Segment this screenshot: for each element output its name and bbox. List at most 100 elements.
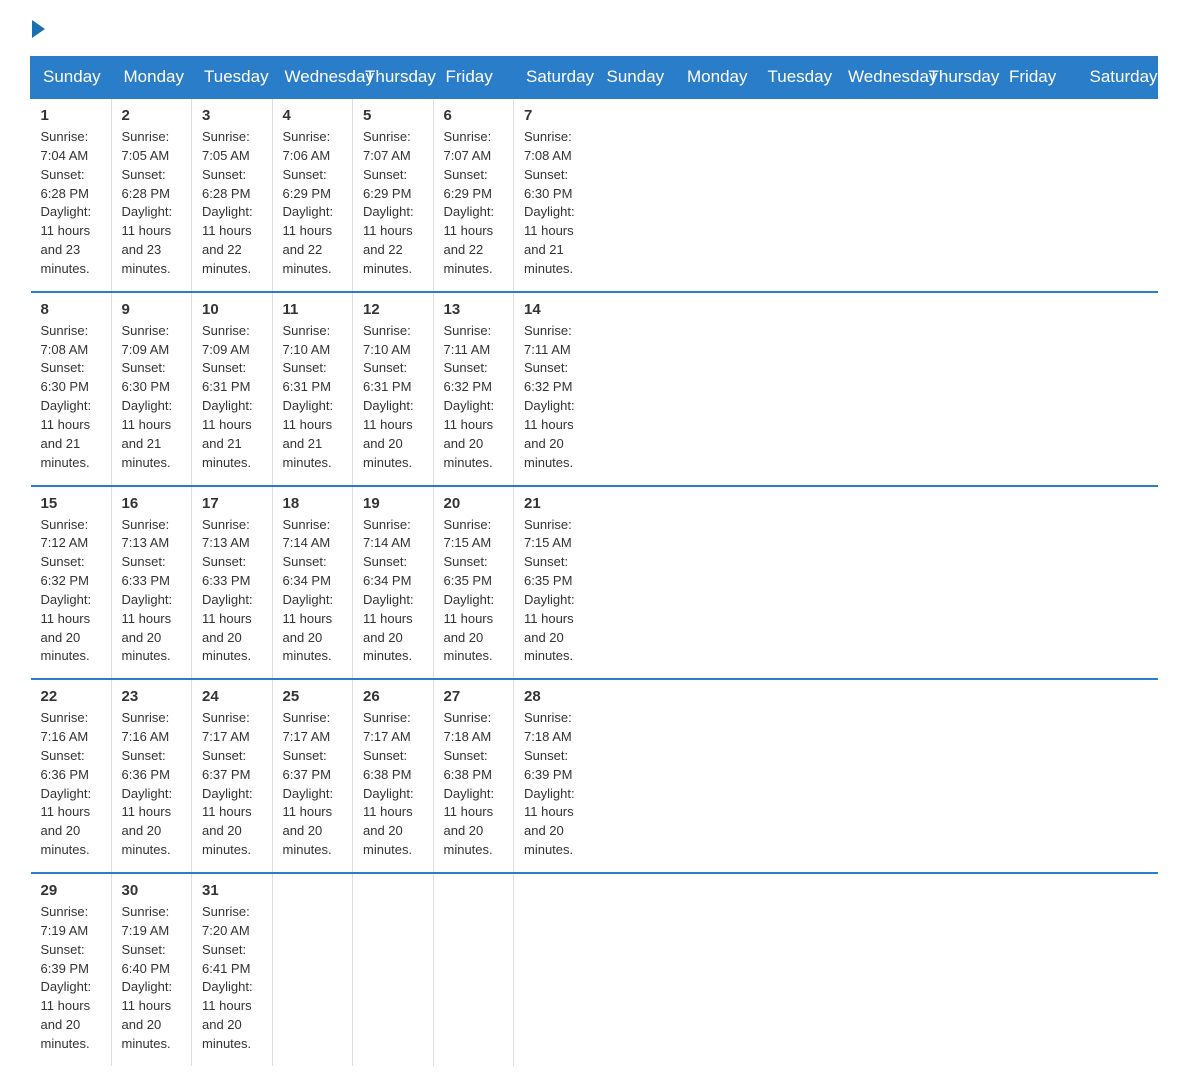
day-number: 21: [524, 495, 584, 512]
calendar-cell: 26 Sunrise: 7:17 AMSunset: 6:38 PMDayligh…: [353, 679, 434, 873]
calendar-cell: 15 Sunrise: 7:12 AMSunset: 6:32 PMDayligh…: [31, 486, 112, 680]
cell-info: Sunrise: 7:19 AMSunset: 6:39 PMDaylight:…: [41, 903, 101, 1054]
cell-info: Sunrise: 7:09 AMSunset: 6:31 PMDaylight:…: [202, 322, 262, 473]
calendar-cell: 30Sunrise: 7:19 AMSunset: 6:40 PMDayligh…: [111, 873, 192, 1066]
calendar-cell: [433, 873, 514, 1066]
calendar-cell: 6Sunrise: 7:07 AMSunset: 6:29 PMDaylight…: [433, 98, 514, 292]
cell-info: Sunrise: 7:05 AMSunset: 6:28 PMDaylight:…: [122, 128, 182, 279]
day-number: 9: [122, 301, 182, 318]
day-number: 14: [524, 301, 584, 318]
calendar-cell: 1Sunrise: 7:04 AMSunset: 6:28 PMDaylight…: [31, 98, 112, 292]
cell-info: Sunrise: 7:13 AMSunset: 6:33 PMDaylight:…: [122, 516, 182, 667]
header-day-saturday: Saturday: [1077, 57, 1158, 99]
cell-info: Sunrise: 7:10 AMSunset: 6:31 PMDaylight:…: [363, 322, 423, 473]
header-day-wednesday: Wednesday: [836, 57, 917, 99]
day-number: 1: [41, 107, 101, 124]
day-number: 22: [41, 688, 101, 705]
calendar-cell: 28 Sunrise: 7:18 AMSunset: 6:39 PMDayligh…: [514, 679, 595, 873]
day-number: 17: [202, 495, 262, 512]
calendar-cell: 5 Sunrise: 7:07 AMSunset: 6:29 PMDaylight…: [353, 98, 434, 292]
day-number: 11: [283, 301, 343, 318]
header-day-sunday: Sunday: [594, 57, 675, 99]
cell-info: Sunrise: 7:17 AMSunset: 6:37 PMDaylight:…: [202, 709, 262, 860]
calendar-cell: 25 Sunrise: 7:17 AMSunset: 6:37 PMDayligh…: [272, 679, 353, 873]
header-day-friday: Friday: [997, 57, 1078, 99]
day-number: 5: [363, 107, 423, 124]
calendar-cell: 22 Sunrise: 7:16 AMSunset: 6:36 PMDayligh…: [31, 679, 112, 873]
day-number: 3: [202, 107, 262, 124]
calendar-cell: [272, 873, 353, 1066]
header-day-friday: Friday: [433, 57, 514, 99]
cell-info: Sunrise: 7:11 AMSunset: 6:32 PMDaylight:…: [444, 322, 504, 473]
day-number: 6: [444, 107, 504, 124]
logo: [30, 20, 45, 36]
day-number: 29: [41, 882, 101, 899]
cell-info: Sunrise: 7:20 AMSunset: 6:41 PMDaylight:…: [202, 903, 262, 1054]
header-day-tuesday: Tuesday: [755, 57, 836, 99]
cell-info: Sunrise: 7:18 AMSunset: 6:38 PMDaylight:…: [444, 709, 504, 860]
cell-info: Sunrise: 7:16 AMSunset: 6:36 PMDaylight:…: [41, 709, 101, 860]
cell-info: Sunrise: 7:05 AMSunset: 6:28 PMDaylight:…: [202, 128, 262, 279]
cell-info: Sunrise: 7:14 AMSunset: 6:34 PMDaylight:…: [363, 516, 423, 667]
day-number: 23: [122, 688, 182, 705]
calendar-cell: 9Sunrise: 7:09 AMSunset: 6:30 PMDaylight…: [111, 292, 192, 486]
cell-info: Sunrise: 7:08 AMSunset: 6:30 PMDaylight:…: [524, 128, 584, 279]
page-header: [30, 20, 1158, 36]
day-number: 16: [122, 495, 182, 512]
calendar-cell: 19 Sunrise: 7:14 AMSunset: 6:34 PMDayligh…: [353, 486, 434, 680]
header-day-monday: Monday: [111, 57, 192, 99]
calendar-cell: 10Sunrise: 7:09 AMSunset: 6:31 PMDayligh…: [192, 292, 273, 486]
header-day-sunday: Sunday: [31, 57, 112, 99]
cell-info: Sunrise: 7:13 AMSunset: 6:33 PMDaylight:…: [202, 516, 262, 667]
calendar-cell: 8Sunrise: 7:08 AMSunset: 6:30 PMDaylight…: [31, 292, 112, 486]
day-number: 13: [444, 301, 504, 318]
day-number: 27: [444, 688, 504, 705]
day-number: 25: [283, 688, 343, 705]
day-number: 31: [202, 882, 262, 899]
calendar-cell: 17 Sunrise: 7:13 AMSunset: 6:33 PMDayligh…: [192, 486, 273, 680]
header-day-thursday: Thursday: [353, 57, 434, 99]
cell-info: Sunrise: 7:08 AMSunset: 6:30 PMDaylight:…: [41, 322, 101, 473]
day-number: 15: [41, 495, 101, 512]
cell-info: Sunrise: 7:16 AMSunset: 6:36 PMDaylight:…: [122, 709, 182, 860]
calendar-cell: 16 Sunrise: 7:13 AMSunset: 6:33 PMDayligh…: [111, 486, 192, 680]
calendar-cell: 14 Sunrise: 7:11 AMSunset: 6:32 PMDayligh…: [514, 292, 595, 486]
header-day-tuesday: Tuesday: [192, 57, 273, 99]
header-day-wednesday: Wednesday: [272, 57, 353, 99]
calendar-cell: 29 Sunrise: 7:19 AMSunset: 6:39 PMDayligh…: [31, 873, 112, 1066]
day-number: 20: [444, 495, 504, 512]
cell-info: Sunrise: 7:17 AMSunset: 6:37 PMDaylight:…: [283, 709, 343, 860]
calendar-cell: 7Sunrise: 7:08 AMSunset: 6:30 PMDaylight…: [514, 98, 595, 292]
calendar-cell: 21 Sunrise: 7:15 AMSunset: 6:35 PMDayligh…: [514, 486, 595, 680]
cell-info: Sunrise: 7:06 AMSunset: 6:29 PMDaylight:…: [283, 128, 343, 279]
cell-info: Sunrise: 7:11 AMSunset: 6:32 PMDaylight:…: [524, 322, 584, 473]
calendar-cell: 3 Sunrise: 7:05 AMSunset: 6:28 PMDaylight…: [192, 98, 273, 292]
cell-info: Sunrise: 7:18 AMSunset: 6:39 PMDaylight:…: [524, 709, 584, 860]
cell-info: Sunrise: 7:15 AMSunset: 6:35 PMDaylight:…: [524, 516, 584, 667]
cell-info: Sunrise: 7:17 AMSunset: 6:38 PMDaylight:…: [363, 709, 423, 860]
calendar-cell: 13 Sunrise: 7:11 AMSunset: 6:32 PMDayligh…: [433, 292, 514, 486]
cell-info: Sunrise: 7:10 AMSunset: 6:31 PMDaylight:…: [283, 322, 343, 473]
calendar-cell: 18Sunrise: 7:14 AMSunset: 6:34 PMDayligh…: [272, 486, 353, 680]
calendar-cell: 2 Sunrise: 7:05 AMSunset: 6:28 PMDaylight…: [111, 98, 192, 292]
calendar-cell: [353, 873, 434, 1066]
calendar-cell: 23 Sunrise: 7:16 AMSunset: 6:36 PMDayligh…: [111, 679, 192, 873]
cell-info: Sunrise: 7:12 AMSunset: 6:32 PMDaylight:…: [41, 516, 101, 667]
calendar-cell: 27 Sunrise: 7:18 AMSunset: 6:38 PMDayligh…: [433, 679, 514, 873]
header-day-thursday: Thursday: [916, 57, 997, 99]
calendar-week-row: 1Sunrise: 7:04 AMSunset: 6:28 PMDaylight…: [31, 98, 1158, 292]
day-number: 19: [363, 495, 423, 512]
day-number: 2: [122, 107, 182, 124]
calendar-cell: 12 Sunrise: 7:10 AMSunset: 6:31 PMDayligh…: [353, 292, 434, 486]
day-number: 18: [283, 495, 343, 512]
day-number: 12: [363, 301, 423, 318]
calendar-cell: [514, 873, 595, 1066]
calendar-week-row: 22 Sunrise: 7:16 AMSunset: 6:36 PMDayligh…: [31, 679, 1158, 873]
calendar-week-row: 8Sunrise: 7:08 AMSunset: 6:30 PMDaylight…: [31, 292, 1158, 486]
cell-info: Sunrise: 7:07 AMSunset: 6:29 PMDaylight:…: [363, 128, 423, 279]
calendar-header-row: SundayMondayTuesdayWednesdayThursdayFrid…: [31, 57, 1158, 99]
calendar-cell: 20Sunrise: 7:15 AMSunset: 6:35 PMDayligh…: [433, 486, 514, 680]
day-number: 26: [363, 688, 423, 705]
cell-info: Sunrise: 7:19 AMSunset: 6:40 PMDaylight:…: [122, 903, 182, 1054]
day-number: 28: [524, 688, 584, 705]
